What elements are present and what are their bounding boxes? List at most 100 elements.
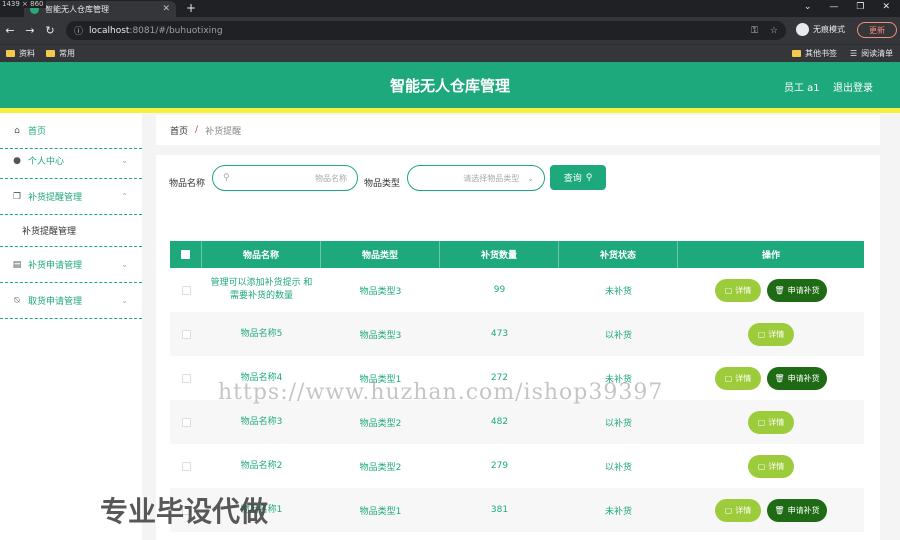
apply-restock-button[interactable]: 🗑 申请补货 <box>767 498 827 522</box>
detail-icon: ▢ <box>757 329 766 339</box>
key-icon[interactable]: ⚿ <box>751 26 758 36</box>
sidebar-item-profile[interactable]: ● 个人中心 ⌄ <box>0 143 142 179</box>
browser-tab[interactable]: 智能无人仓库管理 ✕ <box>24 1 176 17</box>
row-select-cell <box>170 444 202 488</box>
item-type-cell: 物品类型1 <box>359 506 402 517</box>
bookmark-folder-1[interactable]: 资料 <box>6 48 35 59</box>
type-filter-label: 物品类型 <box>364 179 401 189</box>
tab-close-icon[interactable]: ✕ <box>162 4 170 14</box>
minimize-icon[interactable]: — <box>829 2 838 12</box>
row-checkbox[interactable] <box>181 285 191 295</box>
apply-restock-button[interactable]: 🗑 申请补货 <box>767 366 827 390</box>
back-icon[interactable]: ← <box>0 24 20 37</box>
query-label: 查询 <box>563 174 582 184</box>
breadcrumb-current: 补货提醒 <box>205 126 242 137</box>
promo-badge-text: 专业毕设代做 <box>100 495 269 528</box>
app-header: 智能无人仓库管理 员工 a1 退出登录 <box>0 62 900 108</box>
other-bookmarks[interactable]: 其他书签 <box>792 48 837 59</box>
reload-icon[interactable]: ↻ <box>40 24 60 37</box>
row-select-cell <box>170 268 202 312</box>
sidebar-item-restock-reminder[interactable]: ❐ 补货提醒管理 ⌃ <box>0 179 142 215</box>
search-icon: ⚲ <box>585 172 593 183</box>
detail-button[interactable]: ▢ 详情 <box>715 278 761 302</box>
url-path: :8081/#/buhuotixing <box>129 25 223 36</box>
restock-status-cell: 以补货 <box>604 462 632 473</box>
chevron-down-icon: ⌄ <box>121 296 128 305</box>
address-bar[interactable]: ⓘ localhost:8081/#/buhuotixing ⚿ ☆ <box>66 21 786 40</box>
item-name-cell: 物品名称3 <box>240 416 283 427</box>
detail-button[interactable]: ▢ 详情 <box>748 410 794 434</box>
table-row: 物品名称3 物品类型2 482 以补货 ▢ 详情 <box>170 400 864 444</box>
folder-icon <box>6 50 15 57</box>
update-button[interactable]: 更新 <box>857 22 897 38</box>
incognito-profile[interactable]: 无痕模式 <box>796 23 845 36</box>
type-select[interactable]: 请选择物品类型 ⌄ <box>407 165 545 191</box>
folder-icon <box>46 50 55 57</box>
sidebar-item-label: 补货提醒管理 <box>28 193 83 203</box>
row-checkbox[interactable] <box>181 373 191 383</box>
trash-icon: 🗑 <box>774 285 785 295</box>
user-icon: ● <box>13 155 21 166</box>
main-content: 首页 / 补货提醒 物品名称 ⚲ 物品名称 物品类型 请选择物品类型 ⌄ 查询 … <box>142 113 900 540</box>
detail-button[interactable]: ▢ 详情 <box>748 454 794 478</box>
logout-link[interactable]: 退出登录 <box>833 79 873 94</box>
breadcrumb-home[interactable]: 首页 <box>170 124 188 137</box>
bookmark-star-icon[interactable]: ☆ <box>770 26 778 36</box>
restock-qty-cell: 482 <box>490 417 509 427</box>
row-checkbox[interactable] <box>181 417 191 427</box>
close-window-icon[interactable]: ✕ <box>882 2 890 12</box>
detail-button[interactable]: ▢ 详情 <box>748 322 794 346</box>
sidebar-item-pickup-apply[interactable]: ⍉ 取货申请管理 ⌄ <box>0 283 142 319</box>
row-checkbox[interactable] <box>181 329 191 339</box>
update-label: 更新 <box>869 25 885 35</box>
forward-icon[interactable]: → <box>20 24 40 37</box>
sidebar-subitem-restock-reminder[interactable]: 补货提醒管理 <box>0 215 142 247</box>
chevron-down-icon: ⌄ <box>121 156 128 165</box>
site-info-icon[interactable]: ⓘ <box>74 24 83 37</box>
url-text: localhost:8081/#/buhuotixing <box>89 26 223 36</box>
address-tools: ⚿ ☆ <box>751 26 778 36</box>
table-row: 物品名称1 物品类型1 381 未补货 ▢ 详情 🗑 申请补货 <box>170 488 864 532</box>
watermark-text: https://www.huzhan.com/ishop39397 <box>218 380 664 405</box>
row-select-cell <box>170 312 202 356</box>
query-button[interactable]: 查询 ⚲ <box>550 165 606 190</box>
row-select-cell <box>170 356 202 400</box>
new-tab-icon[interactable]: + <box>186 1 196 15</box>
trash-icon: 🗑 <box>774 505 785 515</box>
bookmark-label: 阅读清单 <box>861 49 894 58</box>
item-name-cell: 物品名称5 <box>240 328 283 339</box>
detail-button[interactable]: ▢ 详情 <box>715 498 761 522</box>
detail-icon: ▢ <box>724 373 733 383</box>
select-all-checkbox[interactable] <box>181 250 190 259</box>
app-title: 智能无人仓库管理 <box>389 77 510 95</box>
detail-icon: ▢ <box>724 505 733 515</box>
name-search-input[interactable]: ⚲ 物品名称 <box>212 165 358 191</box>
apply-label: 申请补货 <box>787 285 820 295</box>
row-checkbox[interactable] <box>181 461 191 471</box>
chevron-down-icon: ⌄ <box>121 260 128 269</box>
column-header: 物品类型 <box>321 241 440 268</box>
copy-icon: ❐ <box>12 191 22 202</box>
apply-label: 申请补货 <box>787 373 820 383</box>
reading-list[interactable]: ☰ 阅读清单 <box>850 48 893 59</box>
name-filter-label: 物品名称 <box>169 179 206 189</box>
item-name-cell: 管理可以添加补货提示 和需要补货的数量 <box>210 278 313 301</box>
actions-cell: ▢ 详情 🗑 申请补货 <box>678 356 864 400</box>
detail-icon: ▢ <box>757 461 766 471</box>
restock-qty-cell: 473 <box>490 329 509 339</box>
tab-search-icon[interactable]: ⌄ <box>804 2 812 12</box>
bookmark-label: 资料 <box>19 49 35 58</box>
apply-label: 申请补货 <box>787 505 820 515</box>
type-placeholder: 请选择物品类型 <box>463 173 520 183</box>
restock-qty-cell: 279 <box>490 461 509 471</box>
restore-icon[interactable]: ❐ <box>856 2 864 12</box>
bookmark-folder-2[interactable]: 常用 <box>46 48 75 59</box>
name-placeholder: 物品名称 <box>315 173 347 183</box>
dimensions-tag: 1439 × 860 <box>0 0 46 8</box>
detail-button[interactable]: ▢ 详情 <box>715 366 761 390</box>
sidebar-item-restock-apply[interactable]: ▤ 补货申请管理 ⌄ <box>0 247 142 283</box>
detail-icon: ▢ <box>757 417 766 427</box>
apply-restock-button[interactable]: 🗑 申请补货 <box>767 278 827 302</box>
reading-list-icon: ☰ <box>850 49 858 58</box>
item-name-cell: 物品名称2 <box>240 460 283 471</box>
